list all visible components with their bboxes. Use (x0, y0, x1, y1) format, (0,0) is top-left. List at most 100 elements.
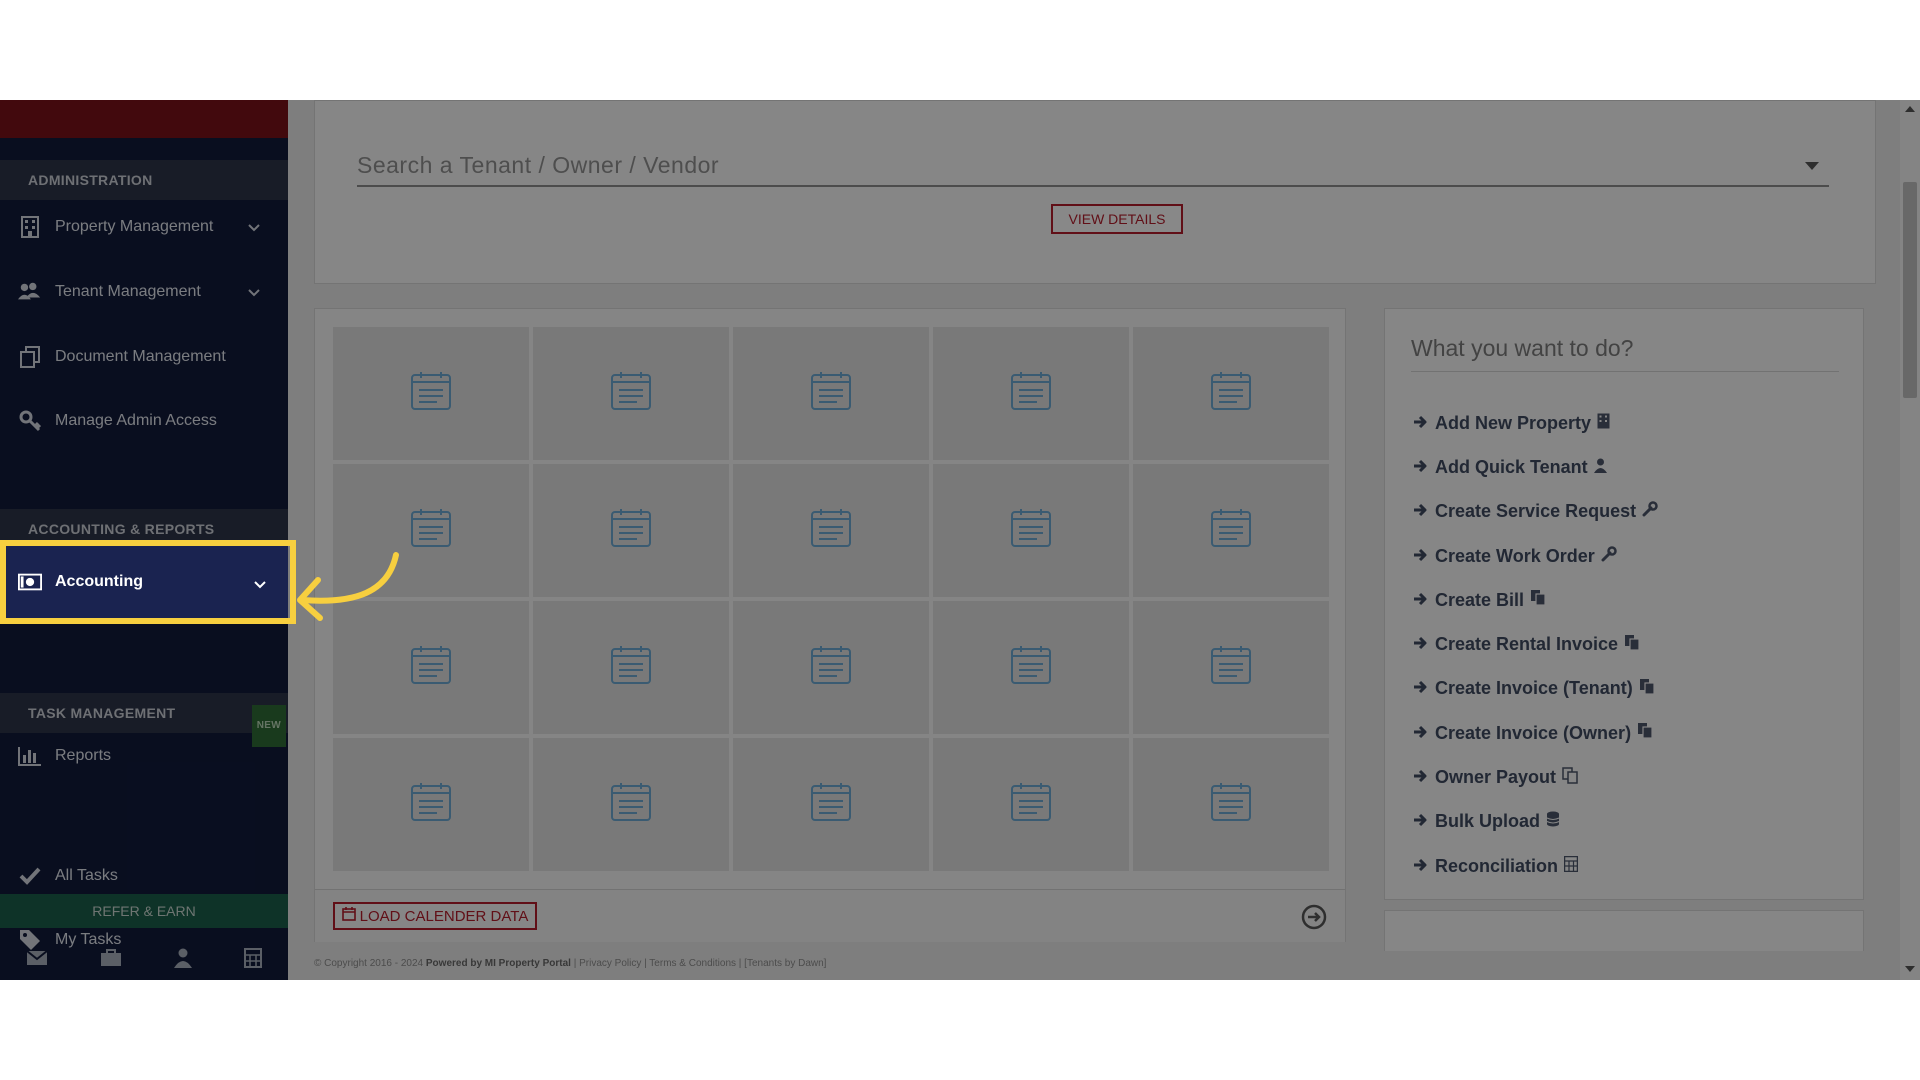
quick-action-item[interactable]: Add Quick Tenant (1413, 445, 1658, 489)
quick-action-label: Bulk Upload (1435, 811, 1541, 832)
calendar-icon (610, 645, 652, 690)
sidebar-item-manage-admin-access[interactable]: Manage Admin Access (0, 393, 288, 449)
calendar-cell[interactable] (333, 327, 529, 460)
scroll-thumb[interactable] (1903, 182, 1917, 398)
calendar-cell[interactable] (933, 327, 1129, 460)
app-frame: ADMINISTRATION Property Management Tenan… (0, 100, 1920, 980)
calculator-icon[interactable] (244, 947, 262, 973)
calendar-cell[interactable] (1133, 464, 1329, 597)
calendar-icon (341, 907, 356, 925)
new-badge: NEW (251, 705, 286, 747)
calendar-footer: LOAD CALENDER DATA (315, 889, 1345, 942)
calendar-cell[interactable] (533, 327, 729, 460)
copy-icon (1637, 722, 1653, 744)
documents-icon (18, 345, 42, 369)
calendar-icon (1010, 508, 1052, 553)
check-icon (18, 864, 42, 888)
quick-action-item[interactable]: Create Work Order (1413, 534, 1658, 578)
sidebar-item-property-management[interactable]: Property Management (0, 199, 288, 255)
brand-bar (0, 100, 288, 138)
quick-action-label: Owner Payout (1435, 767, 1557, 788)
calendar-icon (410, 508, 452, 553)
dropdown-caret-icon[interactable] (1805, 162, 1819, 170)
calendar-cell[interactable] (1133, 601, 1329, 734)
calendar-grid (333, 327, 1329, 871)
building-icon (1597, 413, 1610, 434)
envelope-icon[interactable] (26, 949, 48, 971)
calendar-cell[interactable] (733, 464, 929, 597)
calendar-cell[interactable] (733, 738, 929, 871)
quick-action-item[interactable]: Add New Property (1413, 401, 1658, 445)
calendar-icon (410, 371, 452, 416)
quick-action-item[interactable]: Create Invoice (Tenant) (1413, 667, 1658, 711)
search-input[interactable]: Search a Tenant / Owner / Vendor (357, 145, 1829, 187)
quick-action-item[interactable]: Owner Payout (1413, 755, 1658, 799)
calendar-cell[interactable] (733, 327, 929, 460)
view-details-button[interactable]: VIEW DETAILS (1051, 204, 1183, 234)
search-card: Search a Tenant / Owner / Vendor VIEW DE… (314, 100, 1876, 284)
quick-action-item[interactable]: Create Service Request (1413, 490, 1658, 534)
arrow-circle-right-icon[interactable] (1301, 904, 1327, 935)
calendar-icon (1210, 782, 1252, 827)
calendar-icon (1210, 645, 1252, 690)
refer-and-earn-button[interactable]: REFER & EARN (0, 894, 288, 928)
calendar-cell[interactable] (533, 738, 729, 871)
calendar-cell[interactable] (933, 738, 1129, 871)
sidebar-item-label: Reports (55, 747, 112, 764)
calendar-icon (1010, 371, 1052, 416)
sidebar-item-reports[interactable]: Reports (0, 728, 288, 784)
pointer-arrow (297, 552, 399, 621)
scroll-down-arrow[interactable] (1905, 966, 1915, 972)
quick-actions-list: Add New Property Add Quick Tenant Create S… (1413, 401, 1658, 888)
quick-action-label: Create Work Order (1435, 545, 1595, 566)
calendar-cell[interactable] (933, 464, 1129, 597)
calendar-cell[interactable] (933, 601, 1129, 734)
wrench-icon (1642, 501, 1658, 522)
copy-outline-icon (1562, 766, 1578, 789)
load-calendar-data-button[interactable]: LOAD CALENDER DATA (333, 902, 537, 930)
calendar-icon (810, 645, 852, 690)
sidebar-item-document-management[interactable]: Document Management (0, 329, 288, 385)
quick-action-label: Add Quick Tenant (1435, 456, 1588, 477)
footer-links[interactable]: | Privacy Policy | Terms & Conditions | (574, 958, 742, 969)
main-content: Search a Tenant / Owner / Vendor VIEW DE… (288, 100, 1900, 980)
copy-icon (1624, 634, 1640, 656)
arrow-right-icon (1413, 413, 1428, 434)
database-icon (1546, 811, 1560, 832)
vertical-scrollbar[interactable] (1900, 100, 1920, 980)
calendar-icon (410, 645, 452, 690)
briefcase-icon[interactable] (100, 948, 122, 972)
sidebar-bottom-icons (0, 940, 288, 980)
calendar-icon (610, 782, 652, 827)
powered-by-link[interactable]: Powered by MI Property Portal (426, 958, 571, 969)
quick-action-item[interactable]: Bulk Upload (1413, 800, 1658, 844)
calendar-icon (1210, 508, 1252, 553)
copy-icon (1530, 589, 1546, 611)
quick-action-label: Reconciliation (1435, 855, 1559, 876)
arrow-right-icon (1413, 590, 1428, 611)
quick-action-item[interactable]: Create Invoice (Owner) (1413, 711, 1658, 755)
scroll-up-arrow[interactable] (1905, 106, 1915, 112)
arrow-right-icon (1413, 723, 1428, 744)
calendar-icon (1010, 645, 1052, 690)
quick-actions-title: What you want to do? (1411, 335, 1839, 372)
calendar-cell[interactable] (533, 464, 729, 597)
sidebar-item-label: All Tasks (55, 867, 118, 884)
sidebar-item-label: Document Management (55, 348, 226, 365)
calendar-cell[interactable] (1133, 738, 1329, 871)
quick-action-item[interactable]: Create Rental Invoice (1413, 622, 1658, 666)
section-administration: ADMINISTRATION (0, 160, 288, 200)
wrench-icon (1601, 545, 1617, 567)
calculator-icon (1563, 855, 1579, 877)
calendar-cell[interactable] (333, 738, 529, 871)
quick-action-item[interactable]: Create Bill (1413, 578, 1658, 622)
sidebar-item-tenant-management[interactable]: Tenant Management (0, 264, 288, 320)
calendar-cell[interactable] (733, 601, 929, 734)
sidebar-item-label: Manage Admin Access (55, 412, 217, 429)
arrow-right-icon (1413, 546, 1428, 567)
calendar-icon (810, 508, 852, 553)
quick-action-item[interactable]: Reconciliation (1413, 844, 1658, 888)
calendar-cell[interactable] (1133, 327, 1329, 460)
user-icon[interactable] (174, 948, 192, 973)
calendar-cell[interactable] (533, 601, 729, 734)
